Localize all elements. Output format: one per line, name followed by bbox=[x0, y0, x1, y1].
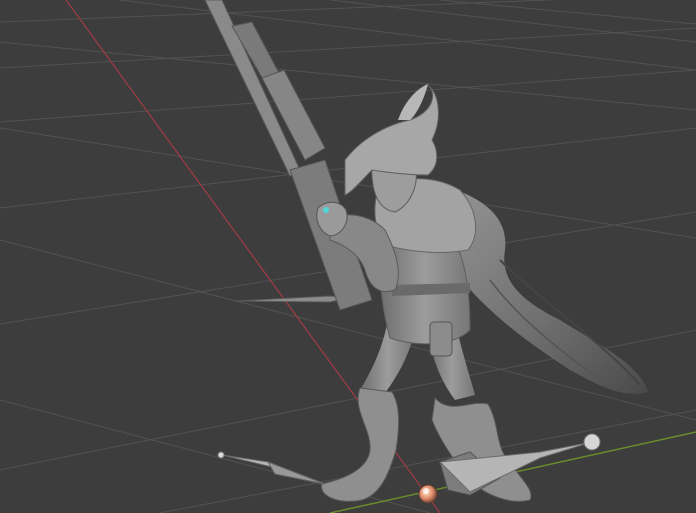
eye-glow-icon bbox=[323, 207, 329, 213]
rifle bbox=[204, 0, 373, 311]
3d-viewport[interactable] bbox=[0, 0, 696, 513]
pouch bbox=[429, 321, 453, 357]
bone-left-foot-2 bbox=[266, 461, 326, 485]
character-model[interactable] bbox=[204, 0, 648, 502]
bone-end-sphere-icon bbox=[217, 451, 225, 459]
origin-gizmo-icon[interactable] bbox=[418, 484, 438, 504]
bone-end-sphere-icon bbox=[583, 433, 601, 451]
left-boot bbox=[321, 387, 400, 502]
viewport-canvas[interactable] bbox=[0, 0, 696, 513]
dagger bbox=[235, 295, 349, 303]
armature-bones[interactable] bbox=[217, 433, 601, 493]
